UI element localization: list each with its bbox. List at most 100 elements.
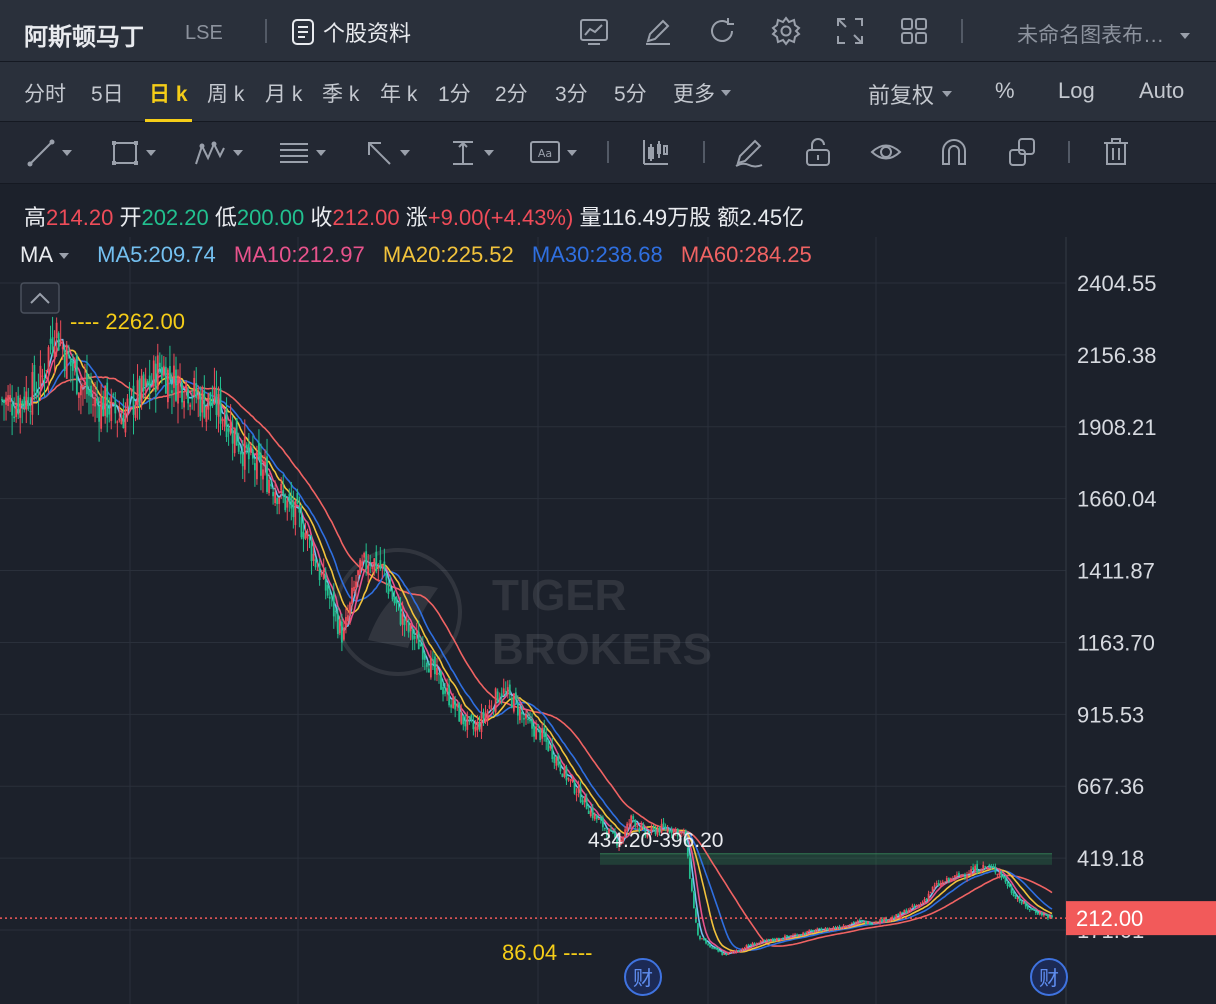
eye-icon[interactable] [870,136,902,168]
candle-body [703,938,705,941]
candle-body [992,866,995,868]
candle-body [302,531,305,540]
candle-body [775,937,778,941]
low-annotation: 86.04 ---- [502,940,592,965]
candle-body [796,934,798,937]
period-tab-active[interactable]: 日 k [145,78,191,122]
chart-icon[interactable] [578,15,610,47]
candle-body [729,951,732,953]
refresh-icon[interactable] [706,15,738,47]
chevron-down-icon [62,150,72,156]
period-bar: 分时 5日 日 k 周 k 月 k 季 k 年 k 1分 2分 3分 5分 更多… [0,62,1216,122]
text-box-icon: Aa [530,141,560,163]
fibonacci-tool[interactable] [278,136,326,170]
low-label: 低 [214,205,237,230]
candlestick-icon[interactable] [640,136,672,168]
chevron-down-icon [233,150,243,156]
candle-body [939,883,942,886]
rectangle-tool[interactable] [110,136,156,170]
candle-body [743,948,746,950]
candle-body [294,500,297,526]
pencil-icon[interactable] [733,136,765,168]
candle-body [476,721,479,731]
candle-body [840,927,843,929]
more-periods-button[interactable]: 更多 [673,78,731,108]
candle-body [304,533,307,539]
period-tab[interactable]: 分时 [24,78,66,108]
candle-body [597,818,600,820]
layout-grid-icon[interactable] [898,15,930,47]
candle-body [881,919,883,922]
candle-body [504,691,507,693]
ma-selector[interactable]: MA [20,242,91,267]
adjust-select[interactable]: 前复权 [868,78,953,110]
chart-layout-select[interactable]: 未命名图表布… [1017,19,1190,49]
period-tab[interactable]: 年 k [380,78,417,108]
candle-body [877,922,879,924]
candle-body [589,810,592,817]
gear-icon[interactable] [770,15,802,47]
chevron-down-icon [146,150,156,156]
collapse-indicator-button[interactable] [20,282,60,314]
candle-body [53,346,56,358]
log-toggle[interactable]: Log [1058,78,1095,104]
trash-icon[interactable] [1100,136,1132,168]
arrow-tool[interactable] [364,136,410,170]
period-tab[interactable]: 3分 [555,78,588,108]
period-tab[interactable]: 月 k [265,78,302,108]
candle-body [630,815,633,825]
price-chart[interactable]: TIGER BROKERS 2404.55 2156.38 1908.21 1660.… [0,237,1216,1004]
clone-icon[interactable] [1006,136,1038,168]
period-tab[interactable]: 周 k [207,78,244,108]
unlock-icon[interactable] [802,136,834,168]
candle-body [268,479,270,494]
period-tab[interactable]: 2分 [495,78,528,108]
magnet-icon[interactable] [938,136,970,168]
candle-body [547,740,550,751]
candle-body [856,920,859,922]
period-tab[interactable]: 5分 [614,78,647,108]
pattern-tool[interactable] [193,136,243,170]
candle-body [235,418,238,446]
text-tool[interactable]: Aa [529,136,577,170]
earnings-marker[interactable]: 财 [624,958,662,996]
chevron-down-icon [316,150,326,156]
percent-toggle[interactable]: % [995,78,1015,104]
high-annotation: ---- 2262.00 [70,309,185,334]
rectangle-icon [112,141,138,165]
candle-body [968,873,970,875]
candle-body [80,385,82,396]
candle-body [527,718,529,721]
profile-button[interactable]: 个股资料 [291,16,411,48]
fullscreen-icon[interactable] [834,15,866,47]
range-band[interactable] [600,853,1052,865]
last-price-text: 212.00 [1076,906,1143,931]
candle-body [585,798,588,810]
price-tick-label: 419.18 [1077,846,1144,871]
candle-body [45,370,48,372]
candle-body [976,864,979,873]
period-tab[interactable]: 1分 [438,78,471,108]
candle-body [347,615,349,622]
candle-body [427,668,430,673]
candle-body [381,564,384,567]
candle-body [737,950,740,952]
candle-body [187,389,190,404]
candle-body [767,939,770,941]
period-tab[interactable]: 5日 [91,78,124,108]
period-tab[interactable]: 季 k [322,78,359,108]
candle-body [816,928,819,930]
line-tool[interactable] [26,136,72,170]
candle-body [780,938,782,940]
candle-body [541,728,544,739]
earnings-marker[interactable]: 财 [1030,958,1068,996]
candle-body [7,395,9,407]
candle-body [387,582,390,595]
auto-toggle[interactable]: Auto [1139,78,1184,104]
candle-body [749,945,752,947]
candle-body [1032,909,1035,911]
candle-body [310,541,313,562]
candle-body [270,484,272,487]
measure-tool[interactable] [448,136,494,170]
edit-icon[interactable] [642,15,674,47]
